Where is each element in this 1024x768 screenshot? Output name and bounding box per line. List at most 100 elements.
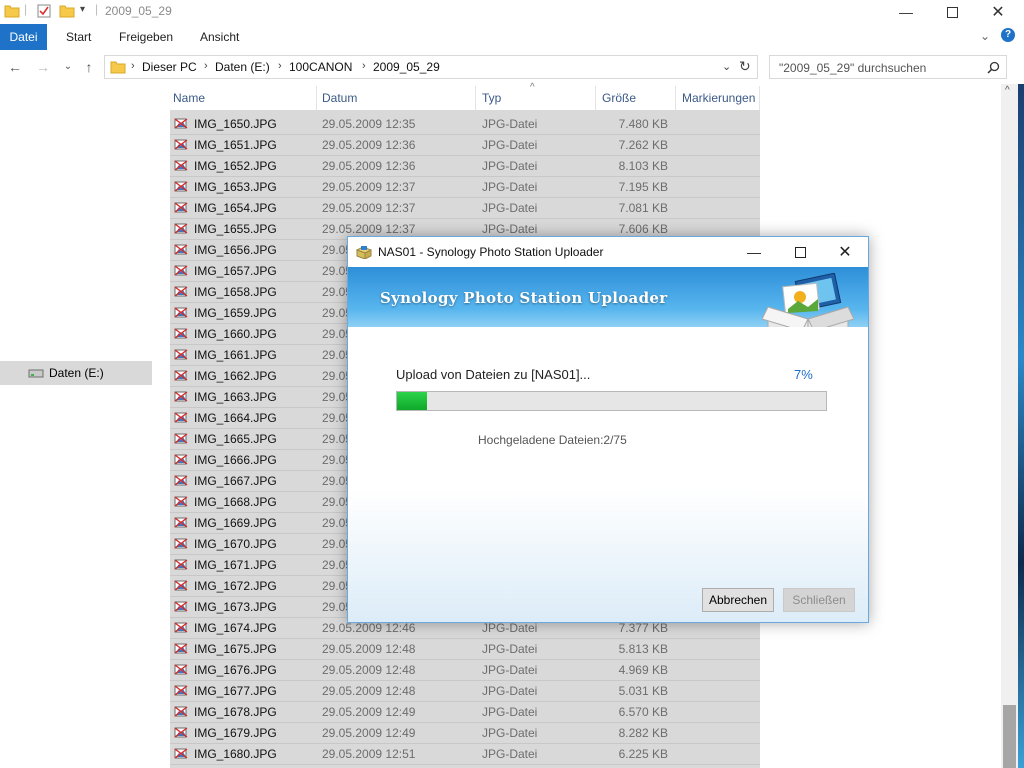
- table-row[interactable]: IMG_1677.JPG 29.05.2009 12:48 JPG-Datei 5.0…: [170, 681, 760, 702]
- table-row[interactable]: IMG_1679.JPG 29.05.2009 12:49 JPG-Datei 8.2…: [170, 723, 760, 744]
- table-row[interactable]: IMG_1680.JPG 29.05.2009 12:51 JPG-Datei 6.2…: [170, 744, 760, 765]
- close-button[interactable]: ✕: [975, 0, 1021, 24]
- tab-start[interactable]: Start: [66, 24, 91, 50]
- column-datum[interactable]: Datum: [322, 91, 357, 105]
- column-typ[interactable]: Typ: [482, 91, 501, 105]
- close-dialog-button[interactable]: Schließen: [783, 588, 855, 612]
- breadcrumb-separator: ›: [204, 60, 208, 72]
- file-name: IMG_1664.JPG: [194, 411, 277, 425]
- jpg-file-icon: [174, 159, 188, 172]
- table-row[interactable]: IMG_1654.JPG 29.05.2009 12:37 JPG-Datei 7.0…: [170, 198, 760, 219]
- file-date: 29.05.2009 12:37: [322, 180, 416, 194]
- table-row[interactable]: IMG_1653.JPG 29.05.2009 12:37 JPG-Datei 7.1…: [170, 177, 760, 198]
- breadcrumb-2009-05-29[interactable]: 2009_05_29: [373, 60, 440, 74]
- address-bar[interactable]: › Dieser PC › Daten (E:) › 100CANON › 20…: [104, 55, 758, 79]
- folder-icon[interactable]: [4, 3, 20, 19]
- file-date: 29.05.2009 12:35: [322, 117, 416, 131]
- dialog-maximize-button[interactable]: [777, 239, 823, 265]
- file-date: 29.05.2009 12:37: [322, 222, 416, 236]
- separator: |: [95, 2, 99, 16]
- abort-button[interactable]: Abbrechen: [702, 588, 774, 612]
- breadcrumb-100canon[interactable]: 100CANON: [289, 60, 352, 74]
- search-icon[interactable]: [987, 61, 1000, 74]
- scroll-up-icon[interactable]: ^: [1005, 85, 1010, 96]
- file-date: 29.05.2009 12:37: [322, 201, 416, 215]
- column-groesse[interactable]: Größe: [602, 91, 636, 105]
- title-bar: | ▾ | 2009_05_29 — ✕: [0, 0, 1024, 24]
- file-name: IMG_1653.JPG: [194, 180, 277, 194]
- table-row[interactable]: IMG_1678.JPG 29.05.2009 12:49 JPG-Datei 6.5…: [170, 702, 760, 723]
- nav-item-daten[interactable]: Daten (E:): [0, 361, 152, 385]
- file-size: 8.282 KB: [618, 726, 668, 740]
- table-row[interactable]: IMG_1676.JPG 29.05.2009 12:48 JPG-Datei 4.9…: [170, 660, 760, 681]
- file-date: 29.05.2009 12:48: [322, 642, 416, 656]
- file-size: 8.103 KB: [618, 159, 668, 173]
- jpg-file-icon: [174, 117, 188, 130]
- jpg-file-icon: [174, 684, 188, 697]
- file-type: JPG-Datei: [482, 159, 538, 173]
- column-divider[interactable]: [316, 86, 317, 110]
- refresh-icon[interactable]: ↻: [739, 58, 751, 75]
- ribbon-tabs: Datei Start Freigeben Ansicht ⌄ ?: [0, 24, 1024, 50]
- breadcrumb-dieser-pc[interactable]: Dieser PC: [142, 60, 197, 74]
- vertical-scrollbar[interactable]: ^: [1001, 84, 1018, 768]
- file-type: JPG-Datei: [482, 726, 538, 740]
- file-date: 29.05.2009 12:36: [322, 138, 416, 152]
- file-date: 29.05.2009 12:36: [322, 159, 416, 173]
- breadcrumb-separator: ›: [278, 60, 282, 72]
- recent-locations-icon[interactable]: ⌄: [59, 58, 77, 76]
- back-arrow-icon[interactable]: ←: [6, 58, 24, 76]
- customize-quick-access-icon[interactable]: ▾: [80, 4, 85, 15]
- table-row[interactable]: IMG_1651.JPG 29.05.2009 12:36 JPG-Datei 7.2…: [170, 135, 760, 156]
- jpg-file-icon: [174, 306, 188, 319]
- address-dropdown-icon[interactable]: ⌄: [722, 60, 731, 73]
- maximize-button[interactable]: [929, 0, 975, 24]
- search-input[interactable]: "2009_05_29" durchsuchen: [769, 55, 1007, 79]
- file-name: IMG_1663.JPG: [194, 390, 277, 404]
- tab-ansicht[interactable]: Ansicht: [200, 24, 239, 50]
- column-name[interactable]: Name: [173, 91, 205, 105]
- dialog-minimize-button[interactable]: —: [731, 239, 777, 265]
- jpg-file-icon: [174, 432, 188, 445]
- file-name: IMG_1671.JPG: [194, 558, 277, 572]
- jpg-file-icon: [174, 411, 188, 424]
- jpg-file-icon: [174, 747, 188, 760]
- file-date: 29.05.2009 12:51: [322, 747, 416, 761]
- file-size: 7.262 KB: [618, 138, 668, 152]
- uploaded-files-count: Hochgeladene Dateien:2/75: [478, 433, 627, 447]
- breadcrumb-daten[interactable]: Daten (E:): [215, 60, 270, 74]
- file-name: IMG_1668.JPG: [194, 495, 277, 509]
- help-icon[interactable]: ?: [1001, 28, 1015, 42]
- jpg-file-icon: [174, 663, 188, 676]
- file-type: JPG-Datei: [482, 642, 538, 656]
- tab-freigeben[interactable]: Freigeben: [119, 24, 173, 50]
- up-arrow-icon[interactable]: ↑: [80, 58, 98, 76]
- file-size: 6.225 KB: [618, 747, 668, 761]
- file-name: IMG_1676.JPG: [194, 663, 277, 677]
- new-folder-icon[interactable]: [59, 3, 75, 19]
- file-name: IMG_1654.JPG: [194, 201, 277, 215]
- jpg-file-icon: [174, 390, 188, 403]
- forward-arrow-icon[interactable]: →: [34, 58, 52, 76]
- file-type: JPG-Datei: [482, 117, 538, 131]
- minimize-button[interactable]: —: [883, 0, 929, 24]
- properties-icon[interactable]: [36, 3, 52, 19]
- file-name: IMG_1670.JPG: [194, 537, 277, 551]
- dialog-close-button[interactable]: ✕: [822, 239, 868, 265]
- file-type: JPG-Datei: [482, 684, 538, 698]
- table-row[interactable]: IMG_1675.JPG 29.05.2009 12:48 JPG-Datei 5.8…: [170, 639, 760, 660]
- column-divider[interactable]: [595, 86, 596, 110]
- breadcrumb-separator: ›: [362, 60, 366, 72]
- column-markierungen[interactable]: Markierungen: [682, 91, 755, 105]
- scrollbar-thumb[interactable]: [1003, 705, 1016, 768]
- tab-datei[interactable]: Datei: [0, 24, 47, 50]
- column-divider[interactable]: [675, 86, 676, 110]
- file-type: JPG-Datei: [482, 705, 538, 719]
- dialog-title-bar: NAS01 - Synology Photo Station Uploader …: [348, 237, 868, 267]
- column-divider[interactable]: [475, 86, 476, 110]
- file-name: IMG_1667.JPG: [194, 474, 277, 488]
- column-divider[interactable]: [759, 86, 760, 110]
- ribbon-expand-icon[interactable]: ⌄: [980, 29, 990, 43]
- table-row[interactable]: IMG_1650.JPG 29.05.2009 12:35 JPG-Datei 7.4…: [170, 114, 760, 135]
- table-row[interactable]: IMG_1652.JPG 29.05.2009 12:36 JPG-Datei 8.1…: [170, 156, 760, 177]
